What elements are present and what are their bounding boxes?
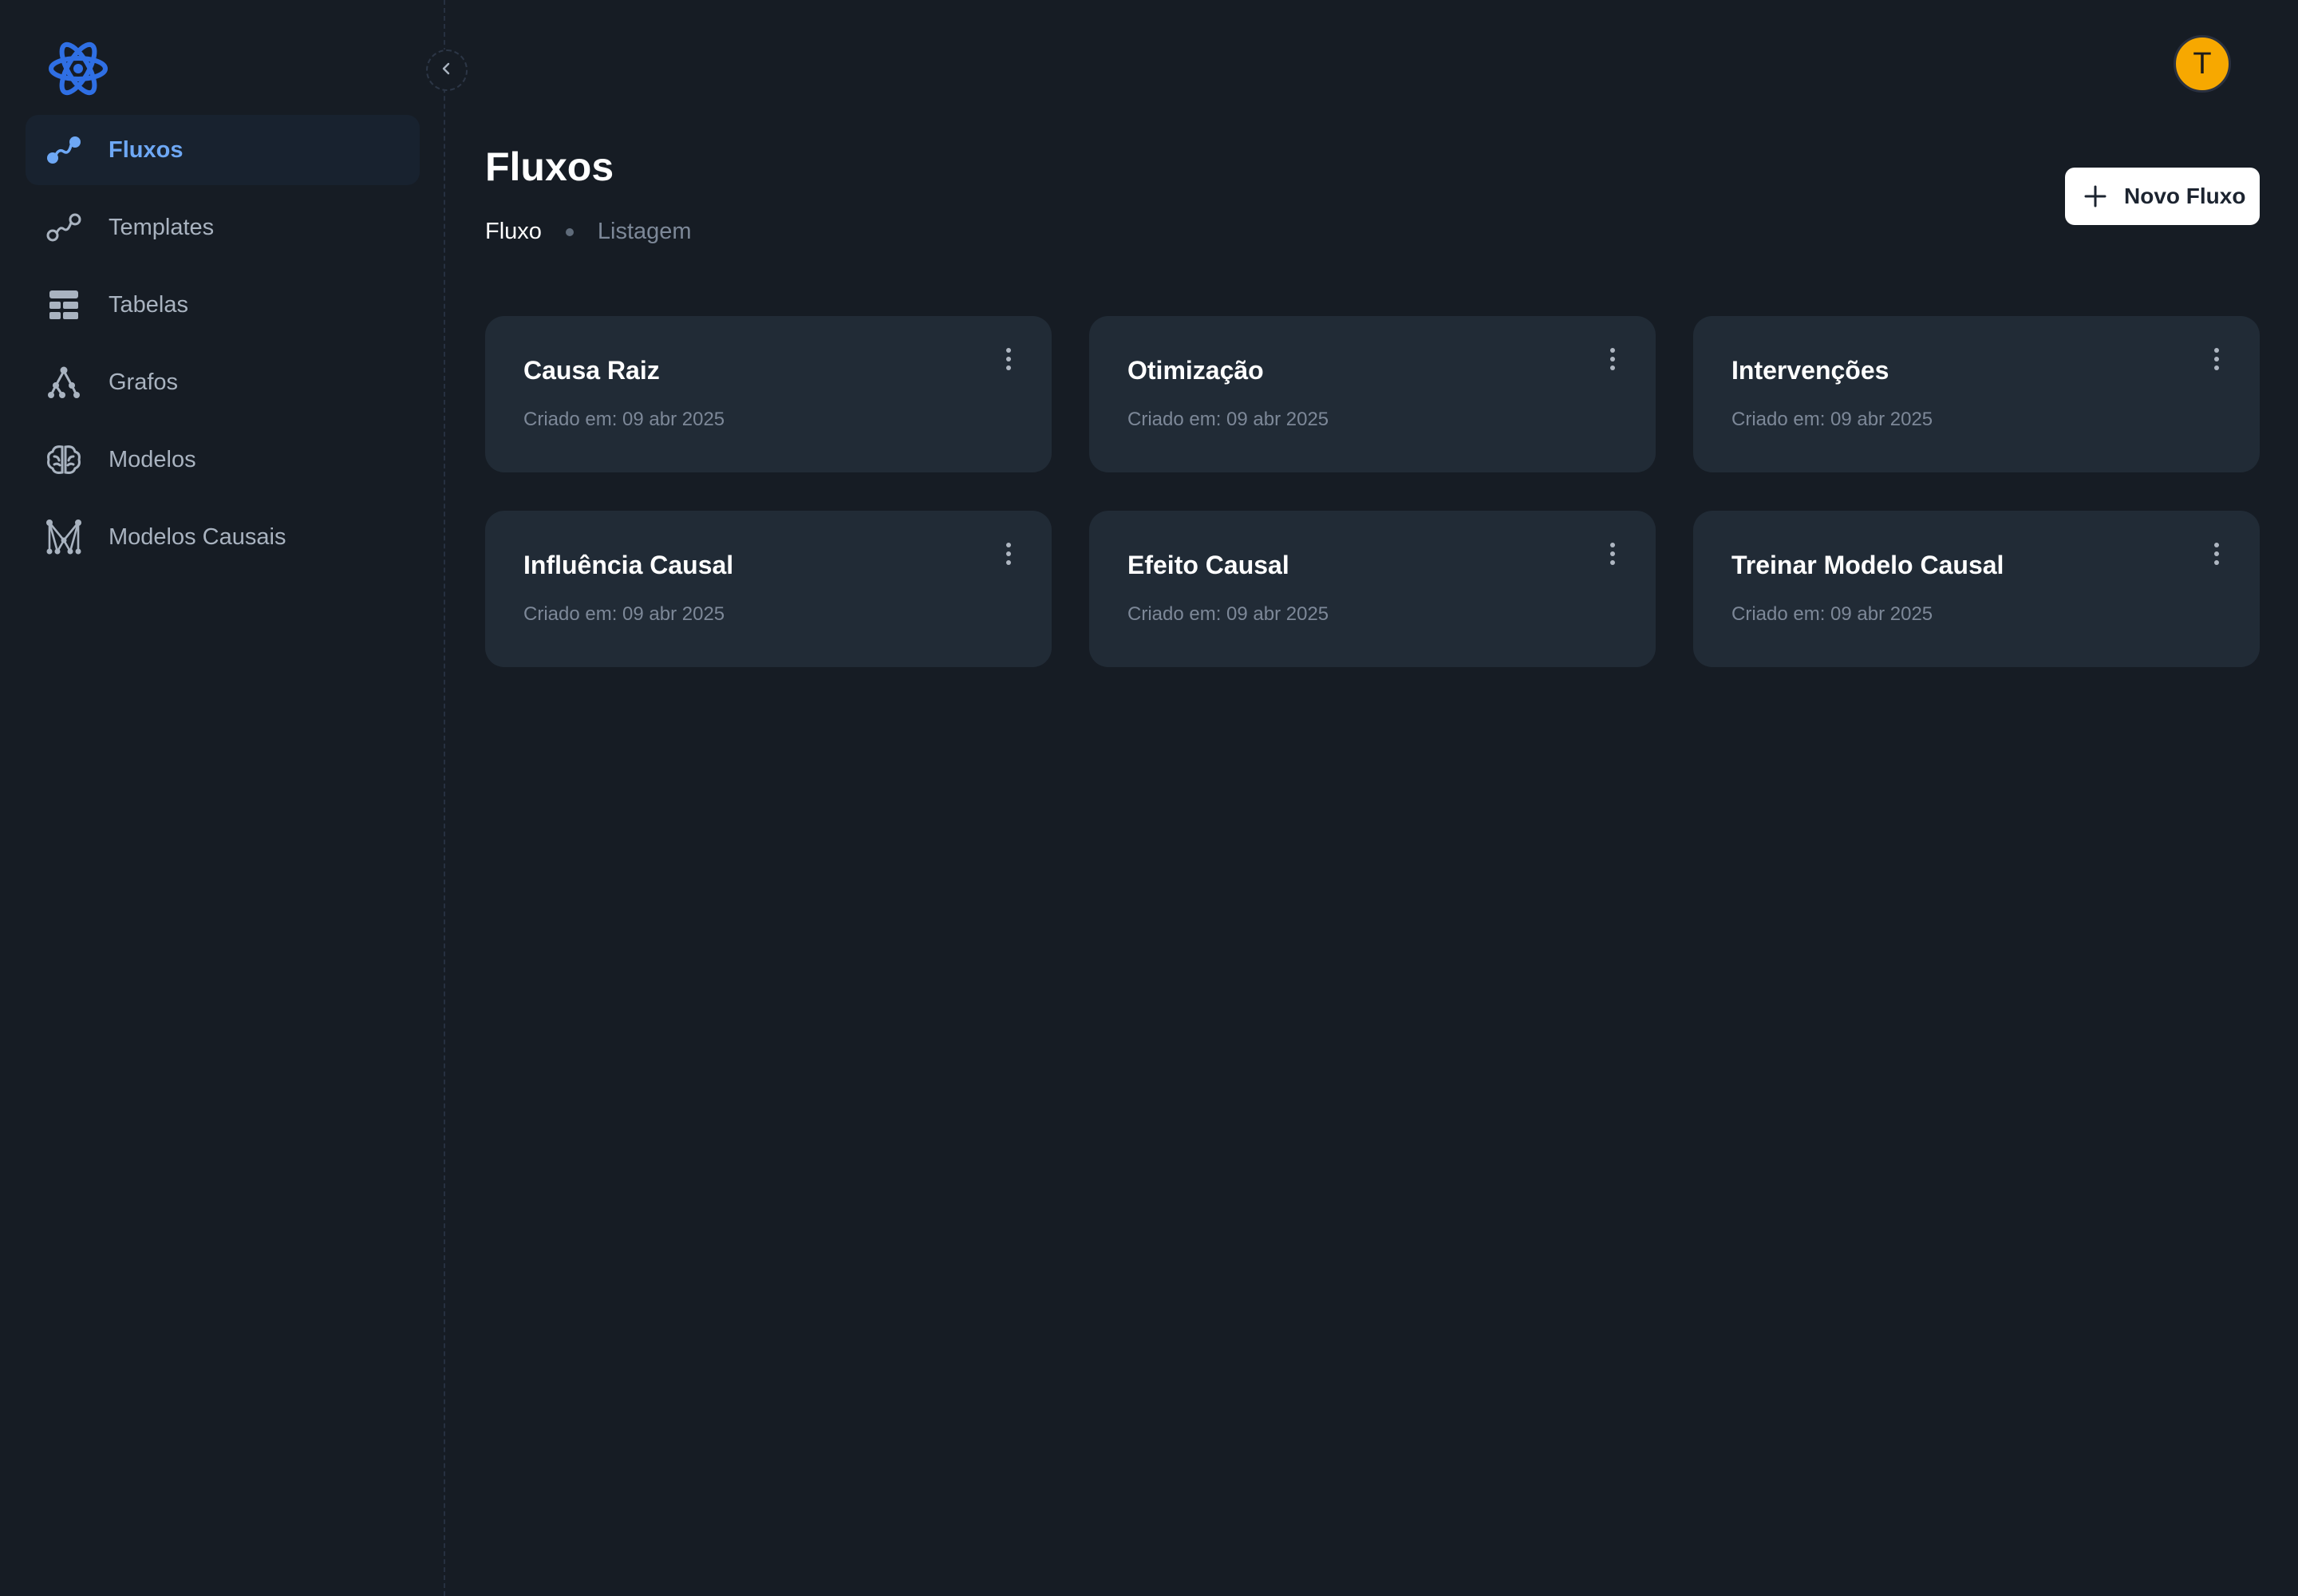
flow-card-date: Criado em: 09 abr 2025 [523,603,725,625]
flow-card-date: Criado em: 09 abr 2025 [1127,603,1329,625]
flow-card[interactable]: Efeito Causal Criado em: 09 abr 2025 [1089,511,1656,667]
flow-card[interactable]: Treinar Modelo Causal Criado em: 09 abr … [1693,511,2260,667]
more-vertical-icon[interactable] [993,538,1025,570]
sidebar-item-fluxos[interactable]: Fluxos [26,115,420,185]
sidebar-item-label: Modelos [109,446,196,472]
flow-card[interactable]: Influência Causal Criado em: 09 abr 2025 [485,511,1052,667]
more-vertical-icon[interactable] [1597,538,1629,570]
more-vertical-icon[interactable] [993,343,1025,375]
breadcrumb: Fluxo Listagem [485,219,692,245]
template-flow-icon [45,208,83,247]
flow-card-date: Criado em: 09 abr 2025 [523,409,725,430]
flow-card[interactable]: Causa Raiz Criado em: 09 abr 2025 [485,316,1052,472]
more-vertical-icon[interactable] [2201,343,2233,375]
sidebar-item-grafos[interactable]: Grafos [26,347,420,417]
user-avatar[interactable]: T [2174,35,2231,93]
sidebar-item-modelos-causais[interactable]: Modelos Causais [26,502,420,572]
breadcrumb-item[interactable]: Fluxo [485,219,542,245]
sidebar-item-label: Grafos [109,369,179,395]
new-flow-button-label: Novo Fluxo [2124,184,2246,208]
chevron-left-icon [439,61,455,81]
flow-card-title: Treinar Modelo Causal [1731,551,2004,579]
flow-card-title: Intervenções [1731,356,1889,385]
sidebar-item-modelos[interactable]: Modelos [26,425,420,495]
flow-card-title: Causa Raiz [523,356,660,385]
table-icon [45,286,83,324]
causal-network-icon [45,518,83,556]
more-vertical-icon[interactable] [2201,538,2233,570]
page-title: Fluxos [485,144,614,189]
breadcrumb-item-current: Listagem [597,219,692,244]
sidebar-item-label: Templates [109,214,215,240]
breadcrumb-separator [565,227,574,236]
flow-card[interactable]: Otimização Criado em: 09 abr 2025 [1089,316,1656,472]
flow-card-title: Efeito Causal [1127,551,1289,579]
avatar-letter: T [2193,46,2212,81]
flow-card-title: Otimização [1127,356,1264,385]
sidebar-nav: Fluxos Templates Tabelas Grafos Modelos … [26,115,420,579]
sidebar-item-templates[interactable]: Templates [26,192,420,263]
new-flow-button[interactable]: Novo Fluxo [2065,168,2260,225]
plus-icon [2083,184,2108,209]
flow-card[interactable]: Intervenções Criado em: 09 abr 2025 [1693,316,2260,472]
flow-card-title: Influência Causal [523,551,734,579]
atom-logo-icon[interactable] [46,37,110,101]
sidebar-item-label: Tabelas [109,291,188,318]
app-root: Fluxos Templates Tabelas Grafos Modelos … [0,0,2298,1596]
sidebar-item-label: Modelos Causais [109,523,286,550]
graph-icon [45,363,83,401]
sidebar-collapse-button[interactable] [426,49,468,91]
flow-icon [45,131,83,169]
sidebar-item-tabelas[interactable]: Tabelas [26,270,420,340]
more-vertical-icon[interactable] [1597,343,1629,375]
sidebar: Fluxos Templates Tabelas Grafos Modelos … [0,0,468,1596]
flow-card-date: Criado em: 09 abr 2025 [1731,603,1933,625]
flow-card-date: Criado em: 09 abr 2025 [1127,409,1329,430]
brain-icon [45,440,83,479]
flow-card-date: Criado em: 09 abr 2025 [1731,409,1933,430]
sidebar-item-label: Fluxos [109,136,184,163]
